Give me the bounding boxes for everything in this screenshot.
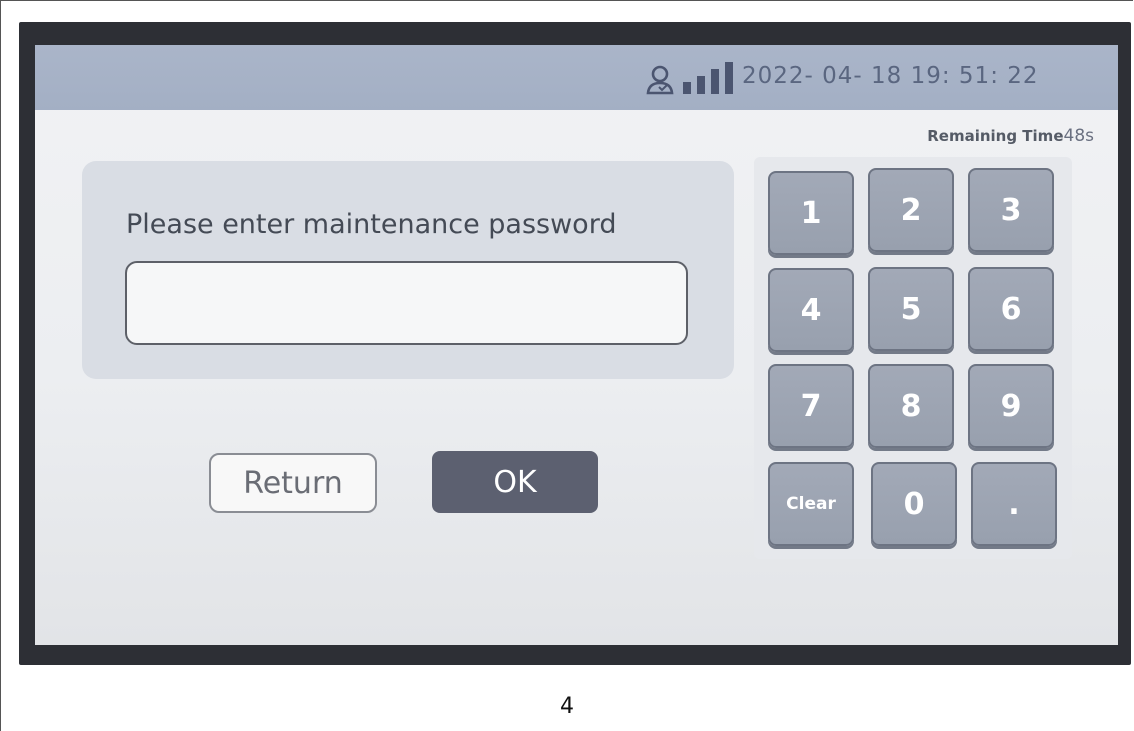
key-6[interactable]: 6 — [968, 267, 1054, 351]
remaining-time-label: Remaining Time — [927, 127, 1064, 145]
password-input[interactable] — [125, 261, 688, 345]
decimal-point-key[interactable]: . — [971, 462, 1057, 546]
key-1[interactable]: 1 — [768, 171, 854, 255]
key-8[interactable]: 8 — [868, 364, 954, 448]
remaining-time: Remaining Time48s — [927, 126, 1094, 146]
datetime-display: 2022- 04- 18 19: 51: 22 — [742, 63, 1039, 89]
return-button[interactable]: Return — [209, 453, 377, 513]
password-prompt: Please enter maintenance password — [126, 209, 617, 240]
key-7[interactable]: 7 — [768, 364, 854, 448]
page-number: 4 — [560, 694, 574, 719]
ok-button[interactable]: OK — [432, 451, 598, 513]
clear-key[interactable]: Clear — [768, 462, 854, 546]
key-2[interactable]: 2 — [868, 168, 954, 252]
key-3[interactable]: 3 — [968, 168, 1054, 252]
device-screen: 2022- 04- 18 19: 51: 22 Remaining Time48… — [35, 45, 1118, 645]
password-panel: Please enter maintenance password — [82, 161, 734, 379]
user-icon — [646, 65, 674, 95]
status-bar: 2022- 04- 18 19: 51: 22 — [35, 45, 1118, 110]
key-0[interactable]: 0 — [871, 462, 957, 546]
signal-bars-icon — [683, 62, 733, 94]
key-9[interactable]: 9 — [968, 364, 1054, 448]
numeric-keypad: 1 2 3 4 5 6 7 8 9 Clear 0 . — [754, 157, 1072, 559]
remaining-time-seconds: 48s — [1063, 126, 1095, 146]
key-5[interactable]: 5 — [868, 267, 954, 351]
key-4[interactable]: 4 — [768, 268, 854, 352]
